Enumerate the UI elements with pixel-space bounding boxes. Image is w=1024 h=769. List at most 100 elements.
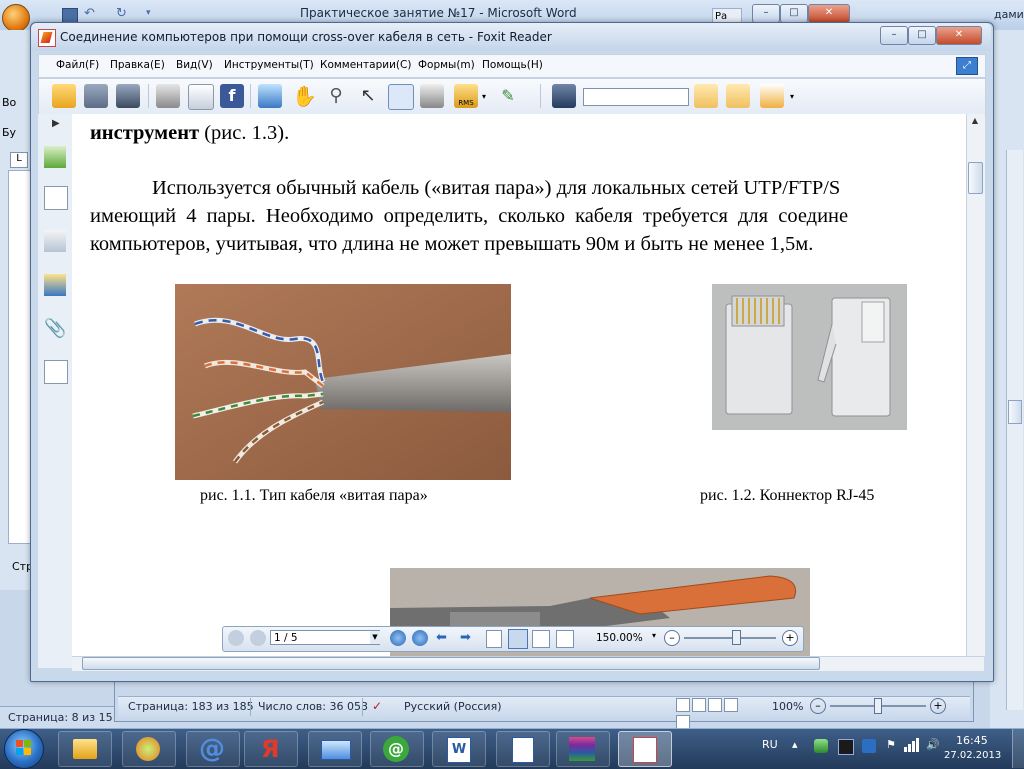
open-icon[interactable] [52,84,76,108]
status-language[interactable]: Русский (Россия) [404,700,502,713]
word-zoom-knob[interactable] [874,698,882,714]
redo-icon[interactable]: ↻ [116,6,127,21]
start-button[interactable] [4,729,44,769]
scroll-up-icon[interactable]: ▲ [967,116,983,130]
menu-tools[interactable]: Инструменты(T) [224,59,314,71]
zoom-slider[interactable] [684,637,776,639]
horizontal-scroll-thumb[interactable] [82,657,820,670]
show-hidden-icons-icon[interactable]: ▴ [792,738,798,751]
spellcheck-icon[interactable]: ✓ [372,699,382,713]
clock-time[interactable]: 16:45 [956,734,988,747]
print-layout-icon[interactable] [676,698,690,712]
word-vertical-scrollbar[interactable] [1006,150,1023,710]
next-page-icon[interactable] [390,630,406,646]
single-page-icon[interactable] [486,630,502,648]
facing-icon[interactable] [532,630,550,648]
pages-icon[interactable] [44,186,68,210]
page-dropdown-icon[interactable]: ▼ [370,631,380,644]
save-icon[interactable] [84,84,108,108]
web-layout-icon[interactable] [708,698,722,712]
tab-stop-icon[interactable]: L [10,152,28,168]
back-icon[interactable]: ⬅ [436,630,447,645]
maximize-button[interactable]: □ [780,4,808,23]
first-page-icon[interactable] [228,630,244,646]
taskbar-winrar[interactable] [556,731,610,767]
comments-icon[interactable] [44,274,66,296]
highlight-dropdown-icon[interactable]: ▾ [790,92,794,101]
side-panel-toggle-icon[interactable]: ▶ [52,118,60,129]
taskbar-mail-agent[interactable]: @ [186,731,240,767]
monitor-icon[interactable] [258,84,282,108]
continuous-page-icon[interactable] [508,629,528,649]
word-scroll-thumb[interactable] [1008,400,1022,424]
find-next-icon[interactable] [726,84,750,108]
snapshot-icon[interactable] [420,84,444,108]
taskbar-mail[interactable] [308,731,362,767]
full-screen-icon[interactable] [692,698,706,712]
zoom-icon[interactable]: ⚲ [324,84,348,108]
hand-icon[interactable]: ✋ [292,84,317,108]
facebook-icon[interactable]: f [220,84,244,108]
rms-dropdown-icon[interactable]: ▾ [482,92,486,101]
forward-icon[interactable]: ➡ [460,630,471,645]
status-words[interactable]: Число слов: 36 053 [258,700,368,713]
taskbar-browser[interactable] [122,731,176,767]
foxit-close-button[interactable]: ✕ [936,26,982,45]
tray-bluetooth-icon[interactable] [862,739,876,753]
signatures-icon[interactable] [44,360,68,384]
expand-icon[interactable]: ⤢ [956,57,978,75]
zoom-in-icon[interactable]: + [930,698,946,714]
select-icon[interactable]: ↖ [356,84,380,108]
page-number-input[interactable]: 1 / 5 [270,630,380,645]
taskbar-explorer[interactable] [58,731,112,767]
zoom-slider-knob[interactable] [732,630,741,645]
email-icon[interactable] [188,84,214,110]
layers-icon[interactable] [44,230,66,252]
foxit-minimize-button[interactable]: – [880,26,908,45]
draft-icon[interactable] [676,715,690,729]
menu-help[interactable]: Помощь(H) [482,59,543,71]
previous-page-icon[interactable] [250,630,266,646]
rms-icon[interactable]: RMS [454,84,478,108]
save-as-icon[interactable] [116,84,140,108]
foxit-app-icon[interactable] [38,29,56,47]
highlight-icon[interactable] [760,84,784,108]
text-select-icon[interactable] [388,84,414,110]
close-button[interactable]: ✕ [808,4,850,23]
show-desktop-button[interactable] [1012,729,1024,768]
taskbar-word-document[interactable] [496,731,550,767]
vertical-scrollbar[interactable] [966,114,985,656]
continuous-facing-icon[interactable] [556,630,574,648]
search-input[interactable] [583,88,689,106]
status-page[interactable]: Страница: 183 из 185 [128,700,254,713]
binoculars-icon[interactable] [552,84,576,108]
tray-app-icon[interactable] [814,739,828,753]
print-icon[interactable] [156,84,180,108]
zoom-in-icon[interactable]: + [782,630,798,646]
clock-date[interactable]: 27.02.2013 [944,750,1001,761]
undo-icon[interactable]: ↶ [84,6,95,21]
quick-access-dropdown-icon[interactable]: ▾ [146,8,151,18]
taskbar-word[interactable]: W [432,731,486,767]
last-page-icon[interactable] [412,630,428,646]
taskbar-yandex[interactable]: Я [244,731,298,767]
foxit-maximize-button[interactable]: □ [908,26,936,45]
vertical-scroll-thumb[interactable] [968,162,983,194]
network-icon[interactable] [904,738,920,752]
zoom-out-icon[interactable]: – [664,630,680,646]
zoom-dropdown-icon[interactable]: ▾ [652,631,656,640]
bookmarks-icon[interactable] [44,146,66,168]
volume-icon[interactable]: 🔊 [926,738,940,751]
language-indicator[interactable]: RU [762,738,778,751]
outline-icon[interactable] [724,698,738,712]
taskbar-foxit-reader[interactable] [618,731,672,767]
minimize-button[interactable]: – [752,4,780,23]
view-buttons[interactable] [676,698,748,729]
menu-view[interactable]: Вид(V) [176,59,213,71]
menu-comments[interactable]: Комментарии(C) [320,59,411,71]
menu-file[interactable]: Файл(F) [56,59,99,71]
find-prev-icon[interactable] [694,84,718,108]
office-button-icon[interactable] [2,4,30,32]
save-icon[interactable] [62,8,78,23]
taskbar-icq[interactable]: @ [370,731,424,767]
